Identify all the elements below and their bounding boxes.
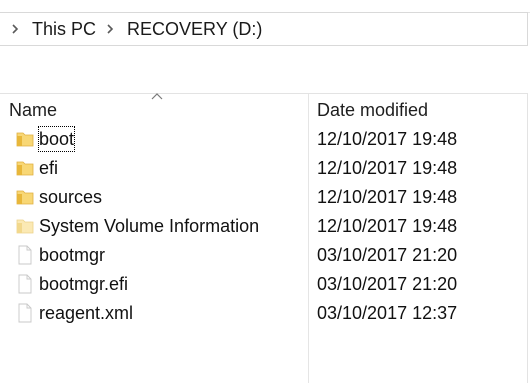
column-header-name[interactable]: Name: [9, 96, 57, 124]
breadcrumb-recovery-drive[interactable]: RECOVERY (D:): [127, 18, 262, 40]
list-item[interactable]: sources 12/10/2017 19:48: [8, 183, 523, 212]
file-name[interactable]: efi: [39, 156, 58, 180]
folder-icon: [16, 190, 34, 205]
file-date: 03/10/2017 21:20: [317, 274, 458, 294]
sort-ascending-icon: [151, 93, 163, 100]
file-date: 03/10/2017 21:20: [317, 245, 458, 265]
file-name[interactable]: bootmgr: [39, 243, 105, 267]
file-name[interactable]: bootmgr.efi: [39, 272, 128, 296]
folder-icon: [16, 161, 34, 176]
file-name[interactable]: sources: [39, 185, 102, 209]
list-item[interactable]: System Volume Information 12/10/2017 19:…: [8, 212, 523, 241]
list-item[interactable]: bootmgr.efi 03/10/2017 21:20: [8, 270, 523, 299]
list-item[interactable]: efi 12/10/2017 19:48: [8, 154, 523, 183]
chevron-right-icon[interactable]: [104, 22, 116, 36]
address-bar[interactable]: This PC RECOVERY (D:): [0, 12, 528, 46]
file-date: 12/10/2017 19:48: [317, 158, 458, 178]
file-date: 12/10/2017 19:48: [317, 216, 458, 236]
file-name[interactable]: boot: [37, 126, 76, 152]
file-name[interactable]: System Volume Information: [39, 214, 259, 238]
file-icon: [18, 274, 32, 294]
file-name[interactable]: reagent.xml: [39, 301, 133, 325]
list-item[interactable]: bootmgr 03/10/2017 21:20: [8, 241, 523, 270]
file-date: 12/10/2017 19:48: [317, 129, 458, 149]
chevron-right-icon[interactable]: [9, 22, 21, 36]
column-header-date-modified[interactable]: Date modified: [317, 96, 428, 124]
file-list: Name Date modified boot 12/10/2017 19:48…: [0, 93, 528, 383]
file-date: 12/10/2017 19:48: [317, 187, 458, 207]
breadcrumb-this-pc[interactable]: This PC: [32, 18, 96, 40]
file-icon: [18, 303, 32, 323]
list-item[interactable]: reagent.xml 03/10/2017 12:37: [8, 299, 523, 328]
file-explorer-window: This PC RECOVERY (D:) Name Date modified…: [0, 0, 530, 383]
file-icon: [18, 245, 32, 265]
hidden-folder-icon: [16, 219, 34, 234]
folder-icon: [16, 132, 34, 147]
file-date: 03/10/2017 12:37: [317, 303, 458, 323]
list-item[interactable]: boot 12/10/2017 19:48: [8, 125, 523, 154]
